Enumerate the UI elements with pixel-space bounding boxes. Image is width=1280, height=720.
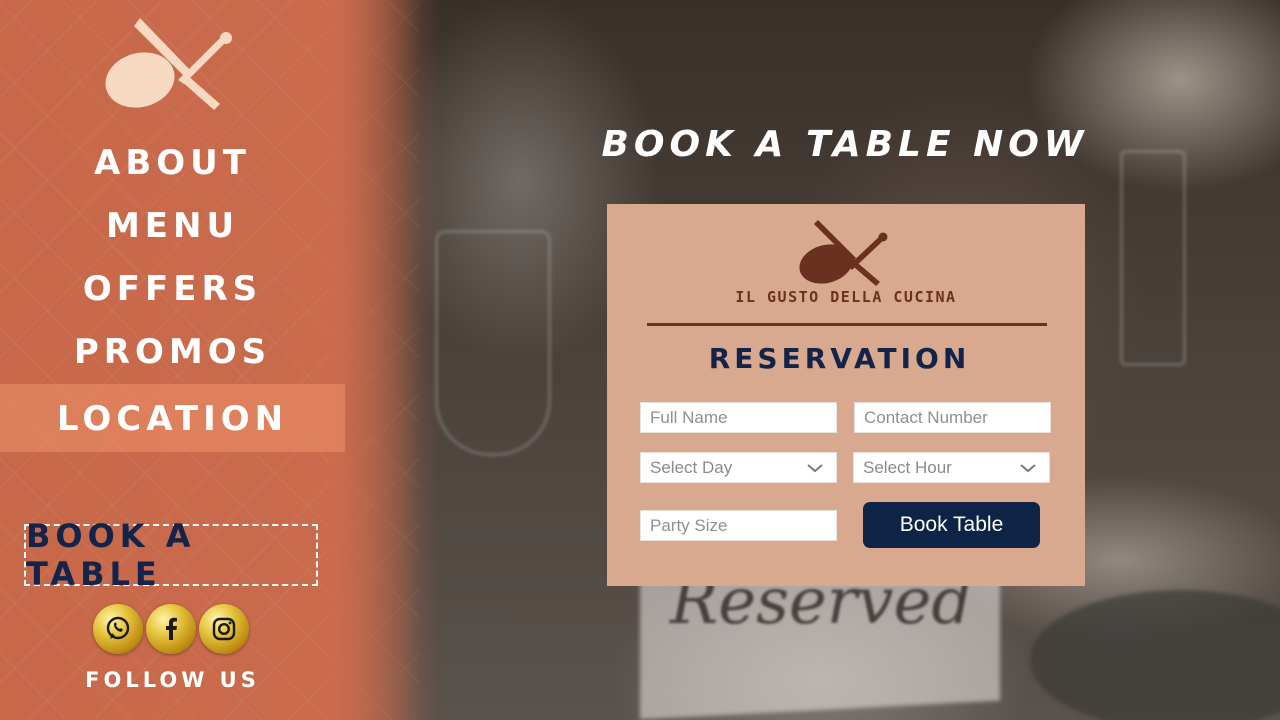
- nav-item-about[interactable]: ABOUT: [0, 130, 345, 193]
- plate-shape: [1030, 590, 1280, 720]
- instagram-glyph-icon: [212, 617, 236, 641]
- select-day-dropdown[interactable]: Select Day: [640, 452, 837, 483]
- reservation-title: RESERVATION: [708, 342, 971, 375]
- page-title: BOOK A TABLE NOW: [601, 124, 1089, 165]
- restaurant-name: IL GUSTO DELLA CUCINA: [735, 288, 957, 306]
- divider: [647, 323, 1047, 326]
- whatsapp-glyph-icon: [106, 616, 130, 640]
- knife-spoon-logo-icon: [799, 220, 888, 286]
- chevron-down-icon: [807, 464, 823, 473]
- contact-number-input[interactable]: [854, 402, 1051, 433]
- facebook-glyph-icon: [166, 617, 177, 640]
- nav-item-promos[interactable]: PROMOS: [0, 319, 345, 382]
- nav-item-offers[interactable]: OFFERS: [0, 256, 345, 319]
- main-nav: ABOUT MENU OFFERS PROMOS LOCATION: [0, 130, 345, 452]
- sidebar-fade: [330, 0, 440, 720]
- social-links: [93, 604, 249, 654]
- nav-item-menu[interactable]: MENU: [0, 193, 345, 256]
- full-name-input[interactable]: [640, 402, 837, 433]
- knife-spoon-logo-icon: [105, 18, 232, 110]
- select-hour-value: Select Hour: [863, 458, 952, 477]
- wine-glass-shape: [435, 230, 551, 456]
- chevron-down-icon: [1020, 464, 1036, 473]
- nav-item-location[interactable]: LOCATION: [0, 384, 345, 452]
- whatsapp-icon[interactable]: [93, 604, 143, 654]
- instagram-icon[interactable]: [199, 604, 249, 654]
- book-a-table-button[interactable]: BOOK A TABLE: [24, 517, 318, 593]
- sidebar: ABOUT MENU OFFERS PROMOS LOCATION BOOK A…: [0, 0, 440, 720]
- facebook-icon[interactable]: [146, 604, 196, 654]
- book-table-button[interactable]: Book Table: [863, 502, 1040, 548]
- select-day-value: Select Day: [650, 458, 733, 477]
- follow-us-label: FOLLOW US: [85, 668, 260, 692]
- select-hour-dropdown[interactable]: Select Hour: [853, 452, 1050, 483]
- wine-glass-shape: [1120, 150, 1186, 366]
- party-size-input[interactable]: [640, 510, 837, 541]
- reservation-card: IL GUSTO DELLA CUCINA RESERVATION Select…: [607, 204, 1085, 586]
